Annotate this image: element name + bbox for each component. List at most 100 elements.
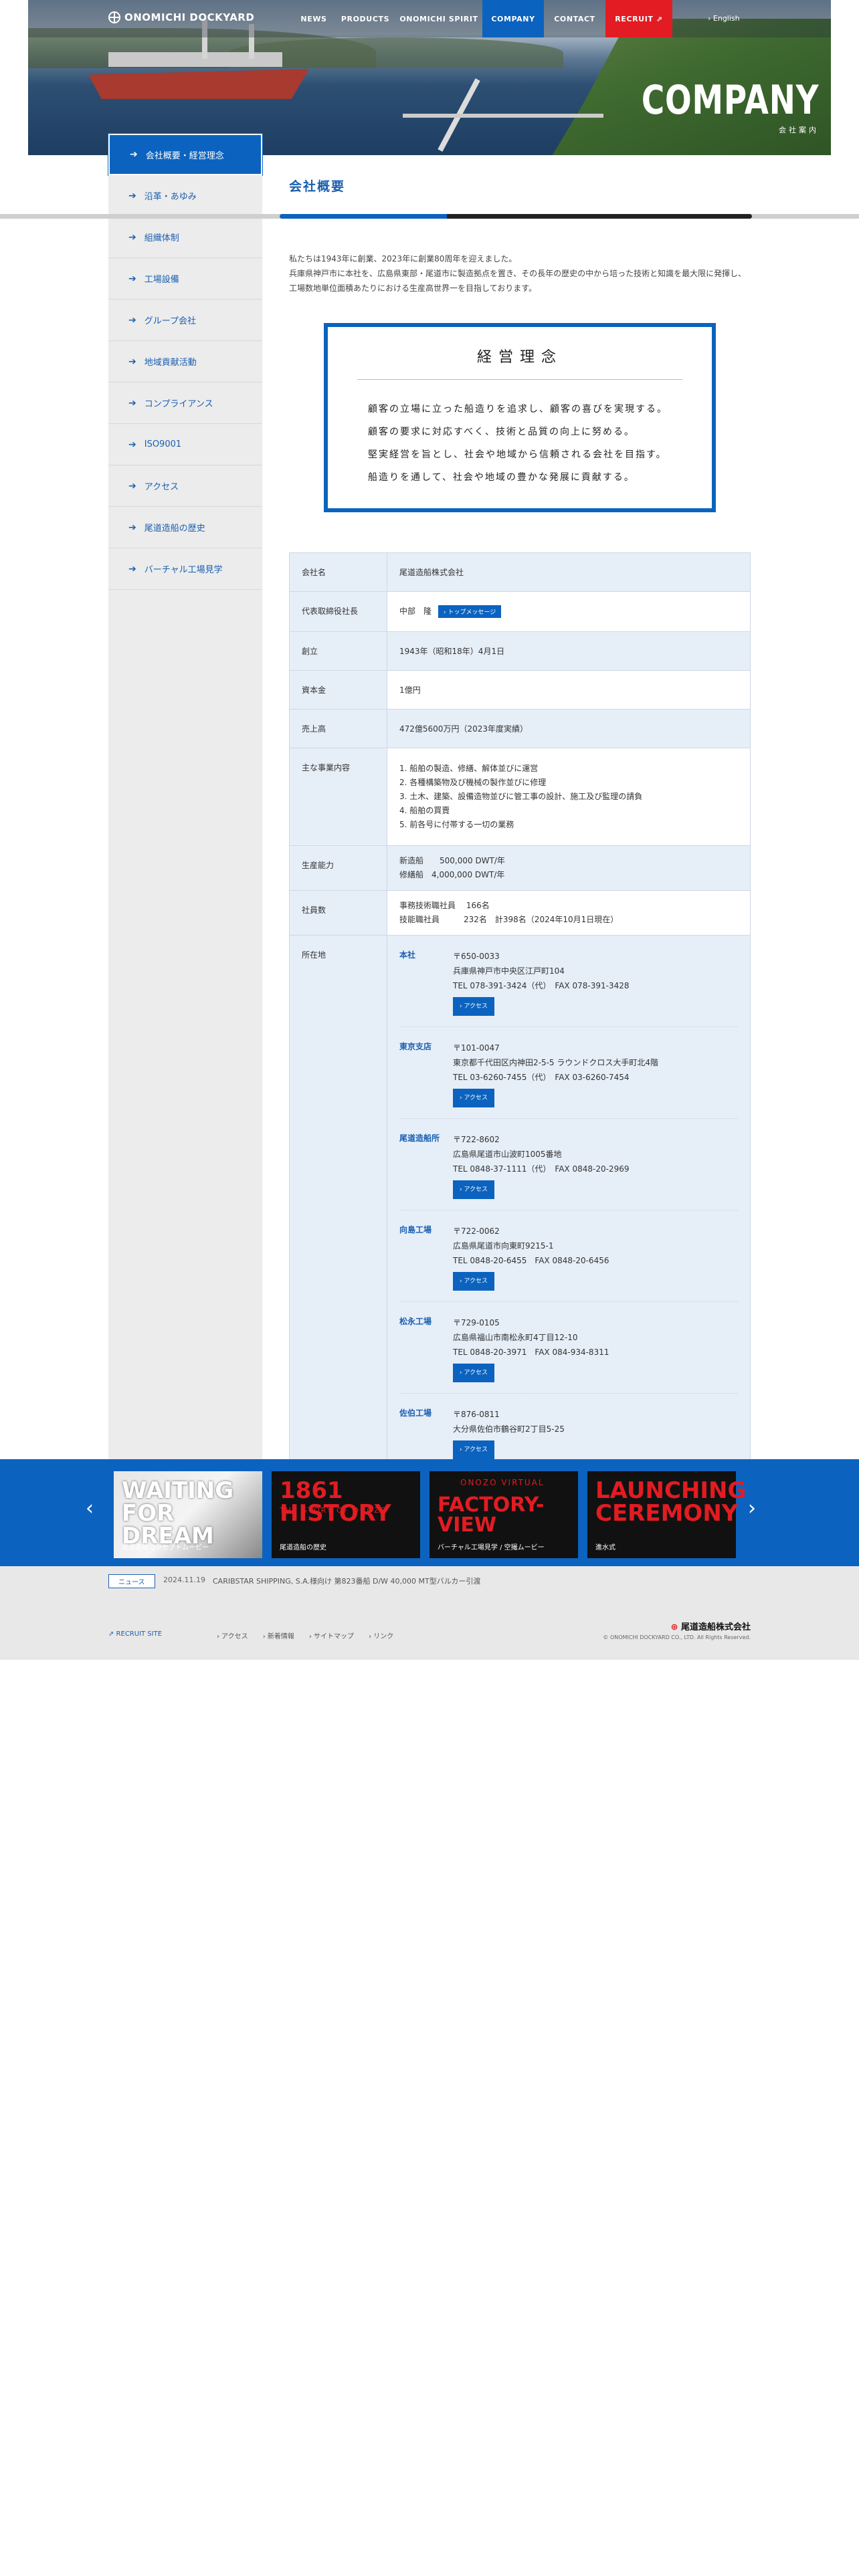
office-tel: TEL 0848-20-3971 FAX 084-934-8311 <box>453 1348 609 1357</box>
sidebar-item-label: 地域貢献活動 <box>144 358 197 368</box>
banner-launching[interactable]: LAUNCHING CEREMONY 進水式 <box>587 1471 746 1558</box>
office-address: 広島県尾道市向東町9215-1 <box>453 1241 554 1251</box>
news-headline[interactable]: CARIBSTAR SHIPPING, S.A.様向け 第823番船 D/W 4… <box>213 1576 480 1586</box>
nav-products[interactable]: PRODUCTS <box>335 0 395 37</box>
employees-line: 技能職社員 232名 計398名（2024年10月1日現在） <box>399 915 619 924</box>
banner-title: FACTORY-VIEW <box>438 1493 545 1537</box>
table-key: 資本金 <box>289 670 387 710</box>
office-name: 尾道造船所 <box>399 1134 440 1143</box>
banner-title: 1861 HISTORY <box>280 1477 391 1527</box>
company-mark-icon: ⊕ <box>670 1622 681 1632</box>
arrow-right-icon: ➔ <box>130 149 138 160</box>
sidebar-item-iso9001[interactable]: ➔ ISO9001 <box>108 424 262 465</box>
footer-link-news[interactable]: › 新着情報 <box>263 1630 294 1640</box>
access-button[interactable]: › アクセス <box>453 1180 495 1199</box>
capacity-line: 新造船 500,000 DWT/年 <box>399 856 505 865</box>
footer-link-access[interactable]: › アクセス <box>217 1630 248 1640</box>
sidebar-item-overview[interactable]: ➔ 会社概要・経営理念 <box>108 134 262 175</box>
site-logo[interactable]: ONOMICHI DOCKYARD <box>108 11 254 23</box>
office-body: 〒650-0033 兵庫県神戸市中央区江戸町104 TEL 078-391-34… <box>453 949 629 1016</box>
carousel-prev-icon[interactable]: ‹ <box>86 1497 94 1520</box>
footer-link-sitemap[interactable]: › サイトマップ <box>309 1630 354 1640</box>
nav-recruit[interactable]: RECRUIT ⇗ <box>605 0 672 37</box>
table-row: 会社名 尾道造船株式会社 <box>289 552 751 592</box>
top-message-button[interactable]: › トップメッセージ <box>438 605 502 618</box>
table-key: 代表取締役社長 <box>289 591 387 632</box>
language-link-english[interactable]: › English <box>708 14 740 23</box>
sidebar-item-access[interactable]: ➔ アクセス <box>108 465 262 507</box>
table-row: 資本金 1億円 <box>289 670 751 710</box>
arrow-right-icon: ➔ <box>128 273 136 284</box>
intro-paragraph: 私たちは1943年に創業、2023年に創業80周年を迎えました。 <box>289 254 517 263</box>
sidebar-item-label: 沿革・あゆみ <box>144 192 197 202</box>
business-item: 5. 前各号に付帯する一切の業務 <box>399 820 514 829</box>
banner-history[interactable]: 1861 HISTORY THE STORY OF ONOZO 尾道造船の歴史 <box>272 1471 420 1558</box>
sidebar-item-community[interactable]: ➔ 地域貢献活動 <box>108 341 262 383</box>
sidebar-item-compliance[interactable]: ➔ コンプライアンス <box>108 383 262 424</box>
access-button[interactable]: › アクセス <box>453 1089 495 1107</box>
table-value: 1943年（昭和18年）4月1日 <box>387 631 751 671</box>
office-body: 〒101-0047 東京都千代田区内神田2-5-5 ラウンドクロス大手町北4階 … <box>453 1041 658 1107</box>
nav-contact[interactable]: CONTACT <box>544 0 605 37</box>
divider <box>357 379 682 380</box>
footer-company-name: ⊕ 尾道造船株式会社 <box>626 1620 751 1632</box>
intro-text: 私たちは1943年に創業、2023年に創業80周年を迎えました。 兵庫県神戸市に… <box>289 251 751 296</box>
office-tel: TEL 03-6260-7455（代） FAX 03-6260-7454 <box>453 1073 630 1082</box>
access-button[interactable]: › アクセス <box>453 1364 495 1382</box>
footer-recruit-link[interactable]: ⇗ RECRUIT SITE <box>108 1630 162 1638</box>
hero-ship-deck <box>108 52 282 67</box>
sidebar-item-virtual-tour[interactable]: ➔ バーチャル工場見学 <box>108 548 262 590</box>
table-key: 売上高 <box>289 709 387 748</box>
sidebar-item-group[interactable]: ➔ グループ会社 <box>108 300 262 341</box>
arrow-right-icon: ➔ <box>128 439 136 450</box>
philosophy-line: 堅実経営を旨とし、社会や地域から信頼される会社を目指す。 <box>368 449 667 460</box>
banner-factory-view[interactable]: ONOZO VIRTUAL FACTORY-VIEW バーチャル工場見学 / 空… <box>430 1471 578 1558</box>
nav-onomichi-spirit[interactable]: ONOMICHI SPIRIT <box>395 0 482 37</box>
sidebar-item-label: バーチャル工場見学 <box>144 565 223 575</box>
access-button[interactable]: › アクセス <box>453 1440 495 1459</box>
hero-title-en: COMPANY <box>641 77 819 124</box>
office-head: 本社 〒650-0033 兵庫県神戸市中央区江戸町104 TEL 078-391… <box>399 949 738 1027</box>
office-name: 本社 <box>399 950 416 960</box>
table-key: 所在地 <box>289 935 387 1493</box>
copyright: © ONOMICHI DOCKYARD CO., LTD. All Rights… <box>603 1634 751 1640</box>
footer-link-links[interactable]: › リンク <box>369 1630 393 1640</box>
office-tel: TEL 0848-37-1111（代） FAX 0848-20-2969 <box>453 1164 630 1174</box>
office-matsunaga: 松永工場 〒729-0105 広島県福山市南松永町4丁目12-10 TEL 08… <box>399 1315 738 1394</box>
table-row: 創立 1943年（昭和18年）4月1日 <box>289 631 751 671</box>
table-key: 会社名 <box>289 552 387 592</box>
office-name: 佐伯工場 <box>399 1408 432 1418</box>
carousel-next-icon[interactable]: › <box>748 1497 756 1520</box>
table-row: 生産能力 新造船 500,000 DWT/年 修繕船 4,000,000 DWT… <box>289 845 751 891</box>
sidebar-item-label: ISO9001 <box>144 439 182 449</box>
logo-mark-icon <box>108 11 120 23</box>
table-value: 新造船 500,000 DWT/年 修繕船 4,000,000 DWT/年 <box>387 845 751 891</box>
title-rule <box>0 214 859 219</box>
sidebar-item-organization[interactable]: ➔ 組織体制 <box>108 217 262 258</box>
capacity-line: 修繕船 4,000,000 DWT/年 <box>399 870 505 879</box>
table-row: 売上高 472億5600万円（2023年度実績） <box>289 709 751 748</box>
news-tag[interactable]: ニュース <box>108 1574 155 1588</box>
office-zip: 〒650-0033 <box>453 952 500 961</box>
arrow-right-icon: ➔ <box>128 231 136 243</box>
nav-news[interactable]: NEWS <box>292 0 335 37</box>
table-key: 社員数 <box>289 890 387 936</box>
sidebar-item-history[interactable]: ➔ 沿革・あゆみ <box>108 175 262 217</box>
office-name: 東京支店 <box>399 1042 432 1051</box>
banner-subtitle: ONOZO VIRTUAL <box>460 1478 545 1487</box>
access-button[interactable]: › アクセス <box>453 1272 495 1291</box>
access-button[interactable]: › アクセス <box>453 997 495 1016</box>
nav-company[interactable]: COMPANY <box>482 0 544 37</box>
office-address: 東京都千代田区内神田2-5-5 ラウンドクロス大手町北4階 <box>453 1058 659 1067</box>
business-item: 3. 土木、建築、設備造物並びに管工事の設計、施工及び監理の請負 <box>399 792 643 801</box>
footer-links: › アクセス › 新着情報 › サイトマップ › リンク <box>217 1630 393 1640</box>
intro-paragraph: 兵庫県神戸市に本社を、広島県東部・尾道市に製造拠点を置き、その長年の歴史の中から… <box>289 269 747 293</box>
office-address: 兵庫県神戸市中央区江戸町104 <box>453 966 565 976</box>
sidebar-item-label: アクセス <box>144 482 179 492</box>
banner-caption: 尾道造船コンセプトムービー <box>122 1544 209 1551</box>
sidebar-item-shipyard-history[interactable]: ➔ 尾道造船の歴史 <box>108 507 262 548</box>
sidebar-item-facilities[interactable]: ➔ 工場設備 <box>108 258 262 300</box>
sidebar-item-label: 工場設備 <box>144 275 179 285</box>
banner-concept-movie[interactable]: WAITING FOR DREAM 尾道造船コンセプトムービー <box>114 1471 262 1558</box>
philosophy-list: 顧客の立場に立った船造りを追求し、顧客の喜びを実現する。 顧客の要求に対応すべく… <box>368 398 668 489</box>
